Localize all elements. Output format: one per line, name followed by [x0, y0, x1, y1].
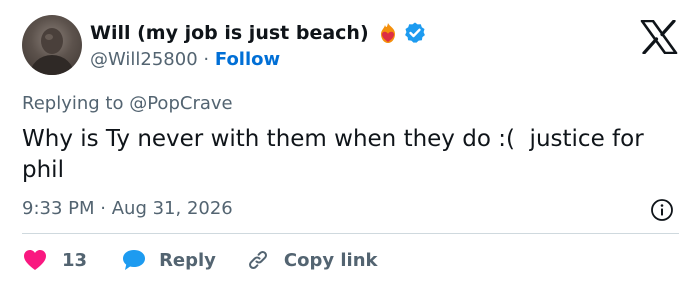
- author-handle-row: @Will25800 · Follow: [90, 49, 280, 70]
- tweet-date[interactable]: Aug 31, 2026: [112, 198, 233, 219]
- tweet-time[interactable]: 9:33 PM: [22, 198, 95, 219]
- like-button[interactable]: 13: [22, 248, 87, 272]
- tweet-timestamp[interactable]: 9:33 PM · Aug 31, 2026: [22, 198, 233, 219]
- author-name-row: Will (my job is just beach): [90, 21, 427, 45]
- info-icon[interactable]: [650, 198, 674, 222]
- verified-badge-icon: [403, 21, 427, 45]
- tweet-text: Why is Ty never with them when they do :…: [22, 126, 651, 183]
- link-icon: [246, 248, 270, 272]
- copy-link-button[interactable]: Copy link: [216, 248, 378, 272]
- reply-bubble-icon: [121, 248, 147, 272]
- follow-button[interactable]: Follow: [215, 49, 280, 70]
- reply-context: Replying to @PopCrave: [22, 93, 233, 114]
- reply-label: Reply: [159, 249, 216, 271]
- copy-link-label: Copy link: [283, 249, 378, 271]
- reply-button[interactable]: Reply: [87, 248, 216, 272]
- fire-heart-emoji-icon: [377, 22, 399, 44]
- divider: [22, 233, 679, 234]
- author-display-name[interactable]: Will (my job is just beach): [90, 22, 369, 44]
- x-logo-icon[interactable]: [640, 19, 678, 55]
- like-count: 13: [62, 249, 88, 271]
- heart-icon: [22, 248, 48, 272]
- separator-dot: ·: [100, 198, 106, 219]
- separator-dot: ·: [203, 49, 210, 70]
- author-handle[interactable]: @Will25800: [90, 49, 198, 70]
- action-bar: 13 Reply Copy link: [22, 245, 378, 275]
- reply-context-prefix: Replying to: [22, 93, 124, 114]
- reply-context-mention[interactable]: @PopCrave: [129, 93, 232, 114]
- avatar[interactable]: [22, 15, 82, 75]
